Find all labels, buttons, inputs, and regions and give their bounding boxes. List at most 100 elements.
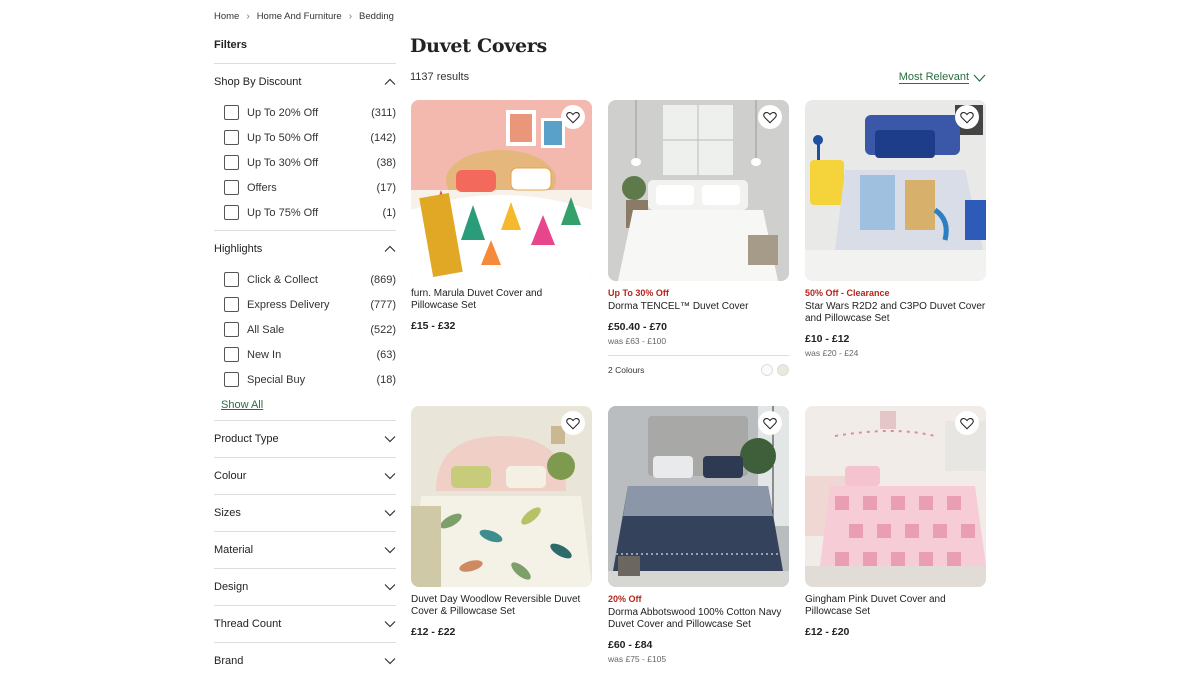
breadcrumb-home-and-furniture[interactable]: Home And Furniture <box>257 11 342 22</box>
filter-header-material[interactable]: Material <box>214 532 396 568</box>
checkbox[interactable] <box>224 297 239 312</box>
colour-swatch-cream[interactable] <box>777 364 789 376</box>
filter-header-colour[interactable]: Colour <box>214 458 396 494</box>
product-image[interactable] <box>411 406 592 587</box>
checkbox[interactable] <box>224 347 239 362</box>
checkbox[interactable] <box>224 372 239 387</box>
chevron-down-icon <box>384 436 396 443</box>
filter-option[interactable]: All Sale (522) <box>214 317 396 342</box>
filter-option-count: (17) <box>376 181 396 194</box>
product-image[interactable] <box>411 100 592 281</box>
chevron-up-icon <box>384 245 396 252</box>
filter-option-count: (63) <box>376 348 396 361</box>
checkbox[interactable] <box>224 105 239 120</box>
product-card[interactable]: 50% Off - Clearance Star Wars R2D2 and C… <box>805 100 986 358</box>
product-price: £12 - £20 <box>805 626 850 638</box>
filter-section-thread-count: Thread Count <box>214 606 396 643</box>
colour-options: 2 Colours <box>608 355 789 376</box>
bedding-photo <box>411 406 592 587</box>
filter-header-label: Sizes <box>214 507 241 519</box>
product-price: £10 - £12 <box>805 333 850 345</box>
product-card[interactable]: furn. Marula Duvet Cover and Pillowcase … <box>411 100 592 332</box>
filter-option[interactable]: Up To 50% Off (142) <box>214 125 396 150</box>
filter-option[interactable]: Up To 30% Off (38) <box>214 150 396 175</box>
filter-header-thread-count[interactable]: Thread Count <box>214 606 396 642</box>
filters-sidebar: Filters Shop By Discount Up To 20% Off (3… <box>214 36 396 675</box>
product-card[interactable]: Duvet Day Woodlow Reversible Duvet Cover… <box>411 406 592 638</box>
bedding-photo <box>805 100 986 281</box>
filter-option-label: Express Delivery <box>247 298 330 311</box>
filter-option-label: Up To 20% Off <box>247 106 319 119</box>
wishlist-button[interactable] <box>561 411 585 435</box>
filter-header-design[interactable]: Design <box>214 569 396 605</box>
filter-option-label: All Sale <box>247 323 285 336</box>
product-price: £15 - £32 <box>411 320 456 332</box>
wishlist-button[interactable] <box>955 105 979 129</box>
wishlist-button[interactable] <box>955 411 979 435</box>
checkbox[interactable] <box>224 180 239 195</box>
checkbox[interactable] <box>224 130 239 145</box>
checkbox[interactable] <box>224 322 239 337</box>
wishlist-button[interactable] <box>561 105 585 129</box>
filter-option[interactable]: Click & Collect (869) <box>214 267 396 292</box>
filter-header-brand[interactable]: Brand <box>214 643 396 675</box>
chevron-down-icon <box>973 74 986 82</box>
filter-header-label: Highlights <box>214 243 263 255</box>
filter-option-count: (142) <box>370 131 396 144</box>
results-count: 1137 results <box>410 71 470 83</box>
product-card[interactable]: Up To 30% Off Dorma TENCEL™ Duvet Cover … <box>608 100 789 376</box>
product-price: £50.40 - £70 <box>608 321 667 333</box>
product-price: £12 - £22 <box>411 626 456 638</box>
page-title: Duvet Covers <box>410 35 547 57</box>
filter-header-label: Thread Count <box>214 618 282 630</box>
promo-label: 20% Off <box>608 594 642 604</box>
chevron-down-icon <box>384 658 396 665</box>
filter-section-product-type: Product Type <box>214 421 396 458</box>
breadcrumb-home[interactable]: Home <box>214 11 239 22</box>
filter-option-count: (311) <box>371 106 396 119</box>
filter-option[interactable]: Up To 75% Off (1) <box>214 200 396 225</box>
product-name[interactable]: Dorma TENCEL™ Duvet Cover <box>608 301 789 313</box>
filter-option[interactable]: New In (63) <box>214 342 396 367</box>
product-image[interactable] <box>608 406 789 587</box>
chevron-down-icon <box>384 547 396 554</box>
product-image[interactable] <box>608 100 789 281</box>
filter-option[interactable]: Up To 20% Off (311) <box>214 100 396 125</box>
show-all-link[interactable]: Show All <box>221 396 263 418</box>
filter-option[interactable]: Express Delivery (777) <box>214 292 396 317</box>
chevron-down-icon <box>384 621 396 628</box>
colours-count: 2 Colours <box>608 365 645 375</box>
bedding-photo <box>608 406 789 587</box>
filter-option[interactable]: Offers (17) <box>214 175 396 200</box>
filter-header-highlights[interactable]: Highlights <box>214 231 396 267</box>
filter-section-brand: Brand <box>214 643 396 675</box>
checkbox[interactable] <box>224 272 239 287</box>
breadcrumb-bedding[interactable]: Bedding <box>359 11 394 22</box>
filter-option[interactable]: Special Buy (18) <box>214 367 396 392</box>
sort-dropdown[interactable]: Most Relevant <box>898 71 986 84</box>
product-name[interactable]: Duvet Day Woodlow Reversible Duvet Cover… <box>411 594 592 618</box>
filter-header-discount[interactable]: Shop By Discount <box>214 64 396 100</box>
colour-swatch-white[interactable] <box>761 364 773 376</box>
heart-icon <box>566 111 580 123</box>
product-image[interactable] <box>805 100 986 281</box>
product-card[interactable]: 20% Off Dorma Abbotswood 100% Cotton Nav… <box>608 406 789 664</box>
product-name[interactable]: furn. Marula Duvet Cover and Pillowcase … <box>411 288 592 312</box>
bedding-photo <box>805 406 986 587</box>
checkbox[interactable] <box>224 205 239 220</box>
filter-section-discount: Shop By Discount Up To 20% Off (311) Up T… <box>214 64 396 231</box>
product-name[interactable]: Dorma Abbotswood 100% Cotton Navy Duvet … <box>608 607 789 631</box>
wishlist-button[interactable] <box>758 411 782 435</box>
filter-option-count: (777) <box>370 298 396 311</box>
heart-icon <box>763 417 777 429</box>
wishlist-button[interactable] <box>758 105 782 129</box>
product-name[interactable]: Gingham Pink Duvet Cover and Pillowcase … <box>805 594 986 618</box>
filter-header-sizes[interactable]: Sizes <box>214 495 396 531</box>
checkbox[interactable] <box>224 155 239 170</box>
filter-option-label: Click & Collect <box>247 273 318 286</box>
breadcrumb: Home › Home And Furniture › Bedding <box>214 11 394 22</box>
product-name[interactable]: Star Wars R2D2 and C3PO Duvet Cover and … <box>805 301 986 325</box>
filter-header-product-type[interactable]: Product Type <box>214 421 396 457</box>
product-image[interactable] <box>805 406 986 587</box>
product-card[interactable]: Gingham Pink Duvet Cover and Pillowcase … <box>805 406 986 638</box>
